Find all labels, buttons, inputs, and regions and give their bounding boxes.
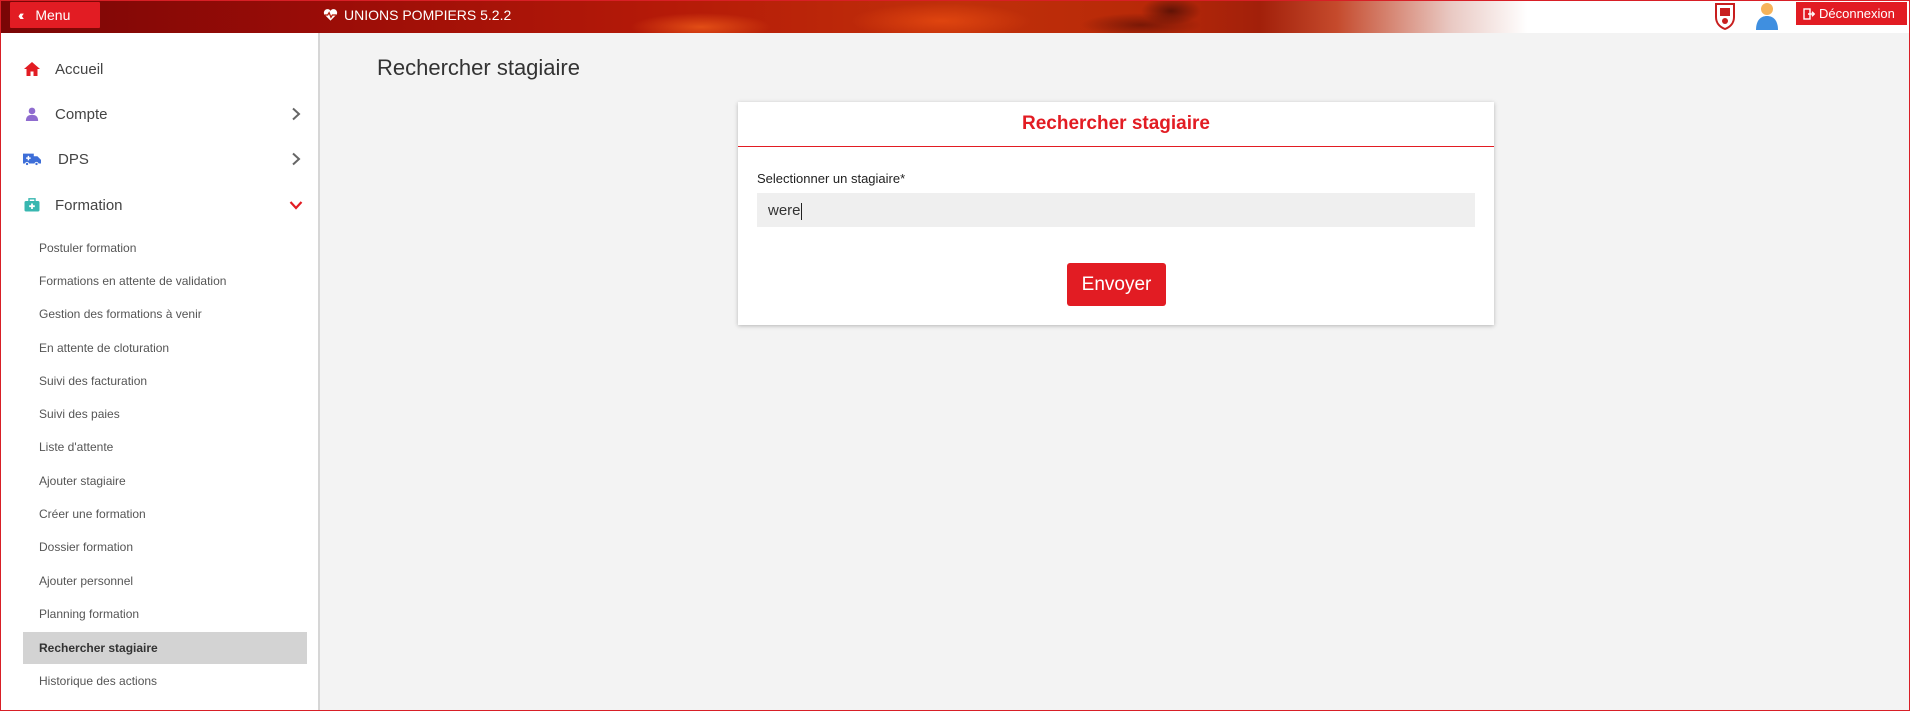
menu-toggle-button[interactable]: ‹‹ Menu bbox=[10, 2, 100, 28]
page-title: Rechercher stagiaire bbox=[377, 55, 580, 80]
sign-out-icon bbox=[1803, 7, 1815, 20]
sidebar-item-label: Compte bbox=[55, 105, 108, 123]
sidebar-subitem-label: Ajouter personnel bbox=[39, 574, 134, 588]
sidebar-item-accueil[interactable]: Accueil bbox=[23, 54, 303, 84]
sidebar-subitem-label: Postuler formation bbox=[39, 241, 137, 255]
top-bar: ‹‹ Menu UNIONS POMPIERS 5.2.2 Déconnexio… bbox=[1, 1, 1909, 33]
trainee-field-label: Selectionner un stagiaire* bbox=[757, 171, 906, 186]
trainee-search-input[interactable] bbox=[757, 193, 1475, 227]
card-title-text: Rechercher stagiaire bbox=[1022, 113, 1210, 134]
search-trainee-card: Rechercher stagiaire Selectionner un sta… bbox=[738, 102, 1494, 325]
sidebar-subitem-label: Suivi des paies bbox=[39, 407, 120, 421]
sidebar-subitem-ajouter-personnel[interactable]: Ajouter personnel bbox=[23, 565, 307, 597]
chevron-down-icon bbox=[289, 201, 303, 210]
sidebar-subitem-historique-actions[interactable]: Historique des actions bbox=[23, 665, 307, 697]
sidebar-subitem-creer-formation[interactable]: Créer une formation bbox=[23, 498, 307, 530]
sidebar-item-label: Accueil bbox=[55, 60, 104, 78]
crest-logo-icon bbox=[1715, 3, 1735, 30]
sidebar-subitem-label: Historique des actions bbox=[39, 674, 158, 688]
sidebar-subitem-label: Planning formation bbox=[39, 607, 140, 621]
submit-button[interactable]: Envoyer bbox=[1067, 263, 1166, 306]
user-icon bbox=[23, 106, 41, 122]
sidebar-item-label: Formation bbox=[55, 196, 123, 214]
app-title: UNIONS POMPIERS 5.2.2 bbox=[323, 7, 511, 23]
sidebar-subitem-suivi-facturation[interactable]: Suivi des facturation bbox=[23, 365, 307, 397]
sidebar-subitem-label: Rechercher stagiaire bbox=[39, 641, 158, 655]
sidebar-subitem-label: En attente de cloturation bbox=[39, 341, 170, 355]
sidebar-subitem-label: Suivi des facturation bbox=[39, 374, 148, 388]
sidebar-subitem-suivi-paies[interactable]: Suivi des paies bbox=[23, 398, 307, 430]
sidebar-subitem-label: Ajouter stagiaire bbox=[39, 474, 126, 488]
sidebar-subitem-dossier-formation[interactable]: Dossier formation bbox=[23, 531, 307, 563]
chevron-right-icon bbox=[292, 107, 301, 121]
sidebar-subitem-postuler-formation[interactable]: Postuler formation bbox=[23, 232, 307, 264]
double-chevron-left-icon: ‹‹ bbox=[18, 7, 25, 23]
sidebar-subitem-formations-en-attente[interactable]: Formations en attente de validation bbox=[23, 265, 307, 297]
sidebar-item-compte[interactable]: Compte bbox=[23, 99, 303, 129]
ambulance-icon bbox=[23, 151, 41, 167]
sidebar-subitem-ajouter-stagiaire[interactable]: Ajouter stagiaire bbox=[23, 465, 307, 497]
sidebar-subitem-label: Dossier formation bbox=[39, 540, 134, 554]
sidebar-item-dps[interactable]: DPS bbox=[23, 144, 303, 174]
sidebar-subitem-liste-attente[interactable]: Liste d'attente bbox=[23, 431, 307, 463]
card-title: Rechercher stagiaire bbox=[738, 102, 1494, 147]
sidebar: Accueil Compte DPS Formation Postuler fo… bbox=[1, 33, 320, 710]
text-cursor bbox=[801, 203, 802, 220]
menu-button-label: Menu bbox=[35, 7, 71, 23]
medkit-icon bbox=[23, 197, 41, 213]
home-icon bbox=[23, 61, 41, 77]
sidebar-subitem-label: Formations en attente de validation bbox=[39, 274, 227, 288]
logout-button[interactable]: Déconnexion bbox=[1796, 2, 1907, 25]
sidebar-item-label: DPS bbox=[58, 150, 89, 168]
sidebar-subitem-planning-formation[interactable]: Planning formation bbox=[23, 598, 307, 630]
sidebar-subitem-label: Créer une formation bbox=[39, 507, 146, 521]
app-title-text: UNIONS POMPIERS 5.2.2 bbox=[344, 7, 512, 23]
sidebar-subitem-label: Gestion des formations à venir bbox=[39, 307, 202, 321]
sidebar-subitem-rechercher-stagiaire[interactable]: Rechercher stagiaire bbox=[23, 632, 307, 664]
user-avatar-icon[interactable] bbox=[1753, 1, 1781, 31]
chevron-right-icon bbox=[292, 152, 301, 166]
logout-button-label: Déconnexion bbox=[1819, 6, 1895, 21]
sidebar-subitem-label: Liste d'attente bbox=[39, 440, 114, 454]
heart-pulse-icon bbox=[323, 9, 338, 21]
sidebar-subitem-attente-cloturation[interactable]: En attente de cloturation bbox=[23, 332, 307, 364]
sidebar-item-formation[interactable]: Formation bbox=[23, 190, 303, 220]
sidebar-subitem-gestion-formations[interactable]: Gestion des formations à venir bbox=[23, 298, 307, 330]
